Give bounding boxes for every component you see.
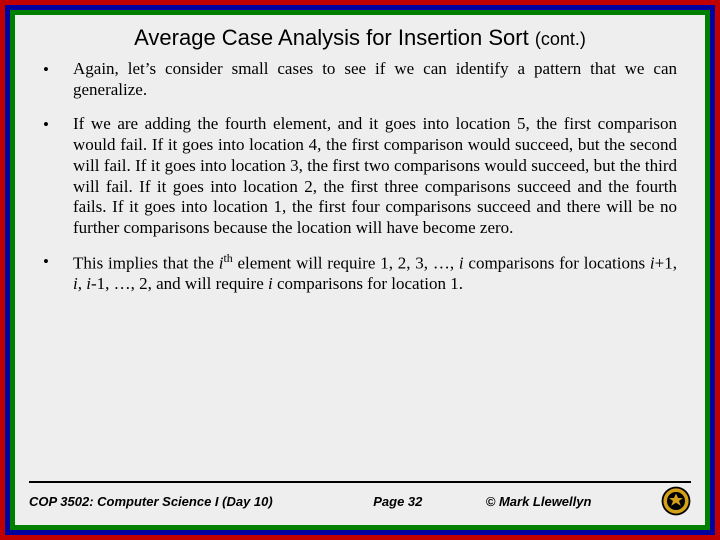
bullet-item: • Again, let’s consider small cases to s… — [43, 59, 677, 100]
footer-page: Page 32 — [373, 494, 486, 509]
footer-divider — [29, 481, 691, 483]
frame-blue: Average Case Analysis for Insertion Sort… — [5, 5, 715, 535]
bullet-marker: • — [43, 114, 73, 238]
title-cont: (cont.) — [535, 29, 586, 49]
slide-body: • Again, let’s consider small cases to s… — [15, 55, 705, 481]
footer-author: © Mark Llewellyn — [486, 494, 655, 509]
slide-title: Average Case Analysis for Insertion Sort… — [15, 15, 705, 55]
bullet-text: If we are adding the fourth element, and… — [73, 114, 677, 238]
bullet-marker: • — [43, 59, 73, 100]
bullet-item: • If we are adding the fourth element, a… — [43, 114, 677, 238]
frame-red: Average Case Analysis for Insertion Sort… — [0, 0, 720, 540]
bullet-item: • This implies that the ith element will… — [43, 251, 677, 295]
title-main: Average Case Analysis for Insertion Sort — [134, 25, 529, 50]
bullet-marker: • — [43, 251, 73, 295]
bullet-text: Again, let’s consider small cases to see… — [73, 59, 677, 100]
ucf-logo-icon — [661, 486, 691, 516]
slide: Average Case Analysis for Insertion Sort… — [15, 15, 705, 525]
bullet-text: This implies that the ith element will r… — [73, 251, 677, 295]
slide-footer: COP 3502: Computer Science I (Day 10) Pa… — [15, 485, 705, 525]
frame-green: Average Case Analysis for Insertion Sort… — [10, 10, 710, 530]
footer-course: COP 3502: Computer Science I (Day 10) — [29, 494, 373, 509]
